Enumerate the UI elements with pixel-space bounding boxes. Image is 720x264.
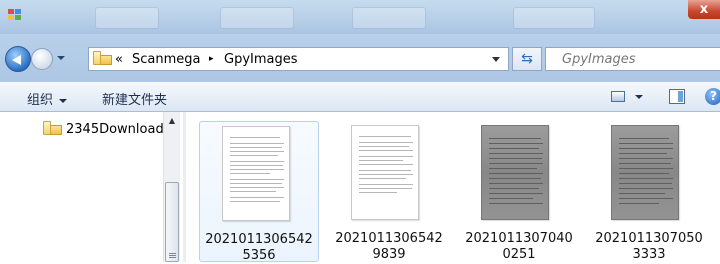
- organize-label: 组织: [27, 93, 54, 108]
- folder-icon: [93, 51, 112, 65]
- file-item[interactable]: 2021011307040 0251: [459, 121, 579, 262]
- breadcrumb-separator[interactable]: ▸: [209, 54, 214, 64]
- organize-button[interactable]: 组织: [27, 89, 68, 108]
- navigation-pane: 2345Downloads: [0, 112, 183, 262]
- title-bar: x: [0, 0, 720, 34]
- nav-scrollbar[interactable]: ▲: [163, 112, 180, 262]
- refresh-icon: ⇆: [521, 51, 533, 67]
- nav-item-label: 2345Downloads: [66, 122, 166, 137]
- document-thumbnail: [481, 125, 549, 220]
- breadcrumb-overflow[interactable]: «: [115, 52, 123, 67]
- close-button[interactable]: x: [688, 0, 720, 19]
- app-icon: [8, 9, 22, 21]
- command-bar: 组织 新建文件夹 ?: [0, 82, 720, 112]
- file-name: 2021011306542 9839: [335, 231, 443, 262]
- forward-button[interactable]: [31, 48, 53, 70]
- new-folder-label: 新建文件夹: [102, 93, 168, 108]
- change-view-icon[interactable]: [611, 91, 625, 102]
- scroll-thumb[interactable]: [165, 182, 179, 262]
- breadcrumb-scanmega[interactable]: Scanmega: [132, 52, 201, 67]
- file-item[interactable]: 2021011306542 9839: [329, 121, 449, 262]
- search-input[interactable]: GpyImages: [545, 47, 720, 71]
- background-window-button: [220, 7, 294, 29]
- breadcrumb-gpyimages[interactable]: GpyImages: [224, 52, 298, 67]
- document-thumbnail: [351, 125, 419, 220]
- refresh-button[interactable]: ⇆: [512, 47, 542, 71]
- address-dropdown[interactable]: [492, 57, 500, 62]
- document-thumbnail: [611, 125, 679, 220]
- document-thumbnail: [222, 126, 290, 221]
- view-options-dropdown[interactable]: [635, 95, 643, 99]
- chevron-down-icon: [59, 98, 68, 103]
- recent-pages-dropdown[interactable]: [57, 56, 65, 60]
- scroll-up-button[interactable]: ▲: [164, 112, 180, 129]
- file-name: 2021011306542 5356: [205, 232, 313, 263]
- address-bar[interactable]: « Scanmega ▸ GpyImages: [88, 47, 509, 71]
- background-window-button: [352, 7, 426, 29]
- background-window-button: [95, 7, 159, 29]
- folder-icon: [43, 121, 62, 135]
- file-name: 2021011307040 0251: [465, 231, 573, 262]
- back-button[interactable]: [5, 46, 31, 72]
- new-folder-button[interactable]: 新建文件夹: [102, 89, 167, 108]
- search-placeholder: GpyImages: [562, 52, 636, 67]
- background-window-button: [513, 7, 595, 29]
- navigation-bar: « Scanmega ▸ GpyImages ⇆ GpyImages: [0, 34, 720, 82]
- preview-pane-icon[interactable]: [669, 89, 685, 104]
- file-list: 2021011306542 5356 2021011306542 9839 20…: [186, 112, 720, 263]
- file-item[interactable]: 2021011306542 5356: [199, 121, 319, 263]
- file-name: 2021011307050 3333: [595, 231, 703, 262]
- help-icon[interactable]: ?: [705, 88, 720, 105]
- file-item[interactable]: 2021011307050 3333: [589, 121, 709, 262]
